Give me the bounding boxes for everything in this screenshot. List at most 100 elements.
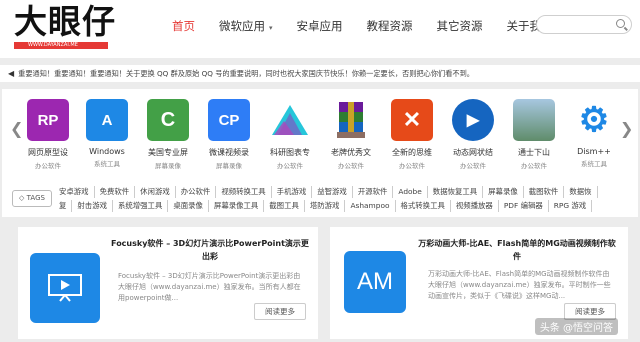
nav-item-tutorials[interactable]: 教程资源	[355, 0, 425, 52]
nav-item-android-apps[interactable]: 安卓应用	[285, 0, 355, 52]
speaker-icon: ◀	[8, 69, 15, 78]
app-item[interactable]: ▶ 动态网状结 办公软件	[443, 99, 503, 170]
tag-link[interactable]: 视频转换工具	[216, 186, 272, 198]
app-item[interactable]: ⚙ Dism++ 系统工具	[564, 99, 624, 168]
tag-link[interactable]: 休闲游戏	[135, 186, 176, 198]
tag-link[interactable]: 办公软件	[176, 186, 217, 198]
nav-item-microsoft-apps[interactable]: 微软应用 ▾	[207, 0, 285, 52]
tags-label: ◇ TAGS	[12, 190, 52, 207]
app-name: 全新的思维	[392, 148, 432, 157]
app-name: 微课视频录	[209, 148, 249, 157]
presentation-icon	[48, 274, 82, 302]
tag-link[interactable]: 截图软件	[524, 186, 565, 198]
app-category: 屏幕录像	[216, 162, 242, 170]
article-title[interactable]: Focusky软件 – 3D幻灯片演示比PowerPoint演示更出彩	[110, 237, 310, 263]
network-icon: ▶	[452, 99, 494, 141]
app-name: 网页原型设	[28, 148, 68, 157]
xmind-icon: ✕	[391, 99, 433, 141]
search-icon[interactable]	[616, 19, 625, 28]
article-excerpt: 万彩动画大师-比AE、Flash简单的MG动画视频制作软件由大眼仔旭（www.d…	[428, 270, 611, 300]
watermark: 头条 @悟空问答	[534, 318, 618, 335]
axure-rp-icon: RP	[27, 99, 69, 141]
app-item[interactable]: ✕ 全新的思维 办公软件	[382, 99, 442, 170]
app-category: 系统工具	[581, 160, 607, 168]
origin-chart-icon	[269, 99, 311, 141]
site-logo[interactable]: 大眼仔 WWW.DAYANZAI.ME	[14, 3, 116, 49]
tag-link[interactable]: RPG 游戏	[549, 200, 593, 212]
app-name: 美国专业屏	[148, 148, 188, 157]
winrar-icon	[330, 99, 372, 141]
app-item[interactable]: CP 微课视频录 屏幕录像	[199, 99, 259, 170]
app-item[interactable]: 老牌优秀文 办公软件	[321, 99, 381, 170]
tag-link[interactable]: 系统增强工具	[113, 200, 169, 212]
app-item[interactable]: A Windows 系统工具	[77, 99, 137, 168]
article-card: Focusky软件 – 3D幻灯片演示比PowerPoint演示更出彩 Focu…	[18, 227, 318, 339]
chevron-down-icon: ▾	[269, 24, 273, 32]
icon-text: CP	[218, 111, 240, 129]
tag-link[interactable]: 射击游戏	[72, 200, 113, 212]
app-item[interactable]: C 美国专业屏 屏幕录像	[138, 99, 198, 170]
tag-icon: ◇	[19, 194, 25, 202]
tag-link[interactable]: 截图工具	[264, 200, 305, 212]
icon-text: ✕	[402, 107, 422, 132]
tag-link[interactable]: 屏幕录像	[483, 186, 524, 198]
camtasia-icon: C	[147, 99, 189, 141]
tag-link[interactable]: 桌面录像	[168, 200, 209, 212]
icon-text: ▶	[466, 112, 480, 129]
app-category: 办公软件	[399, 162, 425, 170]
tag-link[interactable]: 数据恢复工具	[428, 186, 484, 198]
tag-link[interactable]: 手机游戏	[272, 186, 313, 198]
nav-label: 教程资源	[366, 19, 413, 33]
icon-text: C	[160, 108, 176, 131]
app-item[interactable]: 通士下山 办公软件	[504, 99, 564, 170]
tag-link[interactable]: 塔防游戏	[305, 200, 346, 212]
tag-link[interactable]: 免费软件	[95, 186, 136, 198]
app-item[interactable]: 科研图表专 办公软件	[260, 99, 320, 170]
logo-url: WWW.DAYANZAI.ME	[14, 42, 108, 49]
icon-text: A	[101, 111, 113, 129]
nav-label: 首页	[172, 19, 195, 33]
app-name: 动态网状结	[453, 148, 493, 157]
tag-link[interactable]: Adobe	[393, 186, 428, 198]
icon-text: ⚙	[578, 101, 610, 139]
tag-link[interactable]: 格式转换工具	[396, 200, 451, 212]
search-box	[536, 15, 632, 37]
nav-label: 微软应用	[219, 19, 265, 33]
tag-link[interactable]: 复	[54, 200, 73, 212]
notice-bar: ◀ 重要通知！重要通知！重要通知！关于更换 QQ 群及原始 QQ 号的重要说明，同…	[0, 65, 640, 82]
tag-link[interactable]: 数据恢	[564, 186, 598, 198]
tags-row-1: 安卓游戏 免费软件 休闲游戏 办公软件 视频转换工具 手机游戏 益智游戏 开源软件 Adobe 数…	[54, 186, 638, 198]
nav-label: 其它资源	[436, 19, 483, 33]
tag-link[interactable]: Ashampoo	[345, 200, 396, 212]
main-nav: 首页 微软应用 ▾ 安卓应用 教程资源 其它资源 关于我们	[160, 0, 565, 52]
read-more-button[interactable]: 阅读更多	[254, 303, 306, 320]
logo-text: 大眼仔	[14, 2, 116, 41]
nav-item-other-resources[interactable]: 其它资源	[425, 0, 495, 52]
app-category: 办公软件	[521, 162, 547, 170]
tag-link[interactable]: 益智游戏	[312, 186, 353, 198]
article-title[interactable]: 万彩动画大师-比AE、Flash简单的MG动画视频制作软件	[418, 237, 616, 263]
dism-gear-icon: ⚙	[573, 99, 615, 141]
nav-item-home[interactable]: 首页	[160, 0, 207, 52]
courseplayer-icon: CP	[208, 99, 250, 141]
icon-text: RP	[37, 111, 59, 129]
search-input[interactable]	[545, 19, 619, 37]
focusky-thumbnail[interactable]	[30, 253, 100, 323]
article-card: AM 万彩动画大师-比AE、Flash简单的MG动画视频制作软件 万彩动画大师-…	[330, 227, 628, 339]
app-name: 科研图表专	[270, 148, 310, 157]
tag-link[interactable]: 开源软件	[353, 186, 394, 198]
tags-label-text: TAGS	[26, 194, 45, 202]
tag-link[interactable]: 视频播放器	[451, 200, 499, 212]
notice-text[interactable]: 重要通知！重要通知！重要通知！关于更换 QQ 群及原始 QQ 号的重要说明，同时…	[18, 69, 474, 78]
app-category: 系统工具	[94, 160, 120, 168]
landscape-icon	[513, 99, 555, 141]
nav-label: 安卓应用	[296, 19, 343, 33]
tag-link[interactable]: PDF 编辑器	[499, 200, 549, 212]
animation-master-thumbnail[interactable]: AM	[344, 251, 406, 313]
tag-link[interactable]: 屏幕录像工具	[209, 200, 265, 212]
app-category: 办公软件	[35, 162, 61, 170]
app-category: 办公软件	[338, 162, 364, 170]
tags-row-2: 复射击游戏 系统增强工具 桌面录像 屏幕录像工具 截图工具 塔防游戏 Ashampoo 格式转…	[54, 200, 638, 212]
tag-link[interactable]: 安卓游戏	[54, 186, 95, 198]
app-item[interactable]: RP 网页原型设 办公软件	[18, 99, 78, 170]
